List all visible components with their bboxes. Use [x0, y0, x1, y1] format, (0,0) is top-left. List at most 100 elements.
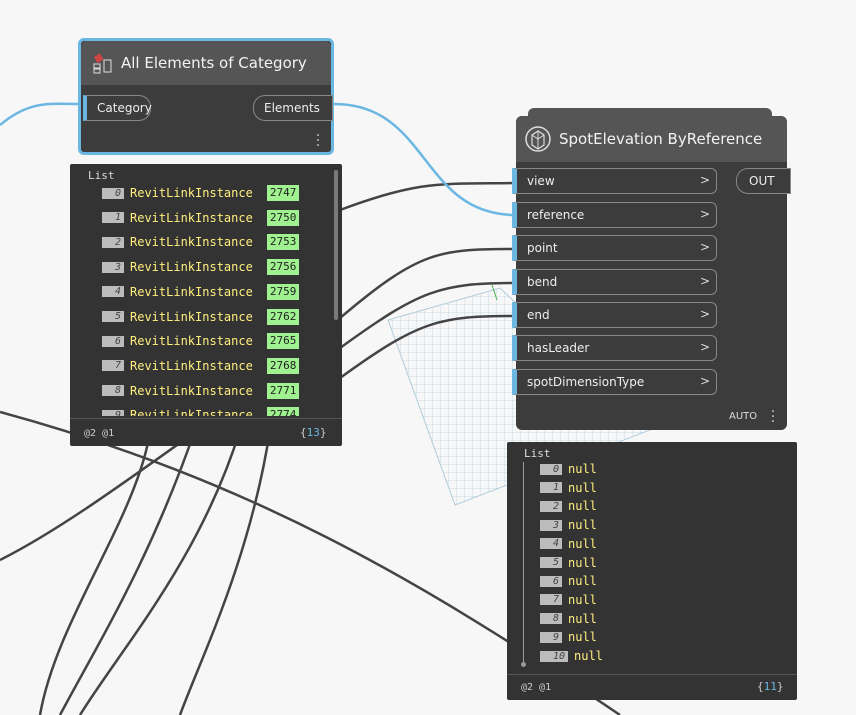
list-tree-end-dot: [521, 662, 526, 667]
chevron-right-icon: >: [699, 173, 710, 187]
list-item: 0 null: [540, 460, 597, 478]
lacing-indicator[interactable]: AUTO: [729, 411, 757, 422]
list-item: 6 RevitLinkInstance 2765: [102, 332, 300, 350]
list-index: 4: [102, 286, 124, 298]
element-id-badge[interactable]: 2762: [266, 308, 300, 325]
more-options-icon[interactable]: · · ·: [315, 129, 321, 153]
list-value: RevitLinkInstance: [130, 210, 253, 225]
list-levels: @2 @1: [84, 428, 115, 439]
list-item: 2 null: [540, 497, 597, 515]
output-port-out[interactable]: OUT: [736, 168, 791, 194]
input-port-bend[interactable]: bend >: [512, 269, 717, 295]
preview-scrollbar[interactable]: [334, 170, 338, 320]
element-id-badge[interactable]: 2747: [266, 185, 300, 201]
list-item: 8 null: [540, 610, 597, 628]
wire: [78, 429, 242, 715]
list-value: null: [568, 555, 597, 570]
list-index: 9: [540, 631, 562, 643]
list-item: 5 RevitLinkInstance 2762: [102, 308, 300, 326]
list-item: 7 null: [540, 591, 597, 609]
port-label: OUT: [749, 174, 775, 188]
input-port-hasleader[interactable]: hasLeader >: [512, 335, 717, 361]
list-value: null: [568, 592, 597, 607]
list-item: 4 null: [540, 535, 597, 553]
chevron-right-icon: >: [699, 340, 710, 354]
input-port-spotdimensiontype[interactable]: spotDimensionType >: [512, 369, 717, 395]
preview-divider: [507, 674, 797, 675]
list-index: 5: [102, 311, 124, 322]
list-tree-line: [523, 462, 524, 664]
list-index: 5: [540, 557, 562, 568]
chevron-right-icon: >: [699, 307, 710, 321]
port-label: point: [527, 241, 558, 255]
list-value: RevitLinkInstance: [130, 186, 253, 200]
list-index: 7: [540, 594, 562, 606]
list-count: {11}: [757, 680, 784, 693]
list-item: 7 RevitLinkInstance 2768: [102, 357, 300, 375]
list-levels: @2 @1: [521, 682, 552, 693]
list-item: 10 null: [540, 647, 603, 665]
list-value: RevitLinkInstance: [130, 260, 253, 275]
list-index: 2: [102, 236, 124, 248]
port-label: end: [527, 308, 550, 322]
more-options-icon[interactable]: · · ·: [770, 405, 776, 429]
element-id-badge[interactable]: 2774: [266, 407, 300, 416]
spot-preview-bubble[interactable]: List 0 null 1 null 2 null 3 null 4 null 5 null 6 null…: [507, 442, 797, 700]
input-port-point[interactable]: point >: [512, 235, 717, 261]
list-value: RevitLinkInstance: [130, 383, 253, 398]
list-item: 5 null: [540, 554, 597, 572]
preview-divider: [70, 418, 342, 419]
port-label: Elements: [264, 101, 320, 115]
list-value: null: [568, 518, 597, 533]
element-id-badge[interactable]: 2768: [266, 357, 300, 374]
node-all-elements-of-category[interactable]: All Elements of Category Category Elemen…: [78, 38, 334, 155]
wire-selected: [333, 102, 517, 217]
list-index: 3: [540, 519, 562, 531]
list-value: RevitLinkInstance: [130, 235, 253, 250]
output-port-elements[interactable]: Elements: [253, 95, 333, 121]
list-value: null: [568, 480, 597, 495]
input-port-end[interactable]: end >: [512, 302, 717, 328]
list-index: 7: [102, 360, 124, 372]
node-header[interactable]: SpotElevation ByReference: [516, 116, 787, 162]
list-index: 9: [102, 409, 124, 416]
input-port-category[interactable]: Category: [83, 95, 152, 121]
list-item: 1 RevitLinkInstance 2750: [102, 209, 300, 227]
list-index: 6: [540, 575, 562, 587]
chevron-right-icon: >: [699, 274, 710, 288]
node-title: SpotElevation ByReference: [559, 130, 763, 148]
element-id-badge[interactable]: 2765: [266, 333, 300, 350]
element-id-badge[interactable]: 2759: [266, 283, 300, 300]
element-id-badge[interactable]: 2750: [266, 209, 300, 226]
list-value: null: [568, 499, 597, 514]
input-port-reference[interactable]: reference >: [512, 202, 717, 228]
list-value: RevitLinkInstance: [130, 309, 253, 324]
preview-list: 0 RevitLinkInstance 2747 1 RevitLinkInstance…: [70, 164, 332, 416]
list-item: 2 RevitLinkInstance 2753: [102, 233, 300, 251]
element-id-badge[interactable]: 2756: [266, 259, 300, 276]
wire-selected: [0, 102, 81, 126]
node-header[interactable]: All Elements of Category: [81, 41, 331, 85]
wire: [339, 181, 517, 212]
port-label: bend: [527, 275, 558, 289]
element-id-badge[interactable]: 2753: [266, 234, 300, 251]
port-label: reference: [527, 208, 585, 222]
element-id-badge[interactable]: 2771: [266, 382, 300, 399]
port-label: spotDimensionType: [527, 375, 645, 389]
elements-preview-bubble[interactable]: List 0 RevitLinkInstance 2747 1 RevitLinkIns…: [70, 164, 342, 446]
port-label: Category: [97, 101, 152, 115]
list-value: null: [574, 649, 603, 663]
list-index: 4: [540, 538, 562, 550]
node-spotelevation-byreference[interactable]: SpotElevation ByReference view > referenc…: [512, 116, 791, 430]
port-label: hasLeader: [527, 341, 590, 355]
list-index: 8: [540, 613, 562, 625]
input-port-view[interactable]: view >: [512, 168, 717, 194]
list-index: 1: [540, 482, 562, 494]
list-value: RevitLinkInstance: [130, 284, 253, 299]
revit-category-icon: [93, 53, 112, 74]
list-index: 8: [102, 385, 124, 397]
list-value: RevitLinkInstance: [130, 358, 253, 373]
list-index: 1: [102, 212, 124, 224]
list-index: 0: [540, 463, 562, 475]
list-item: 9 RevitLinkInstance 2774: [102, 406, 300, 416]
